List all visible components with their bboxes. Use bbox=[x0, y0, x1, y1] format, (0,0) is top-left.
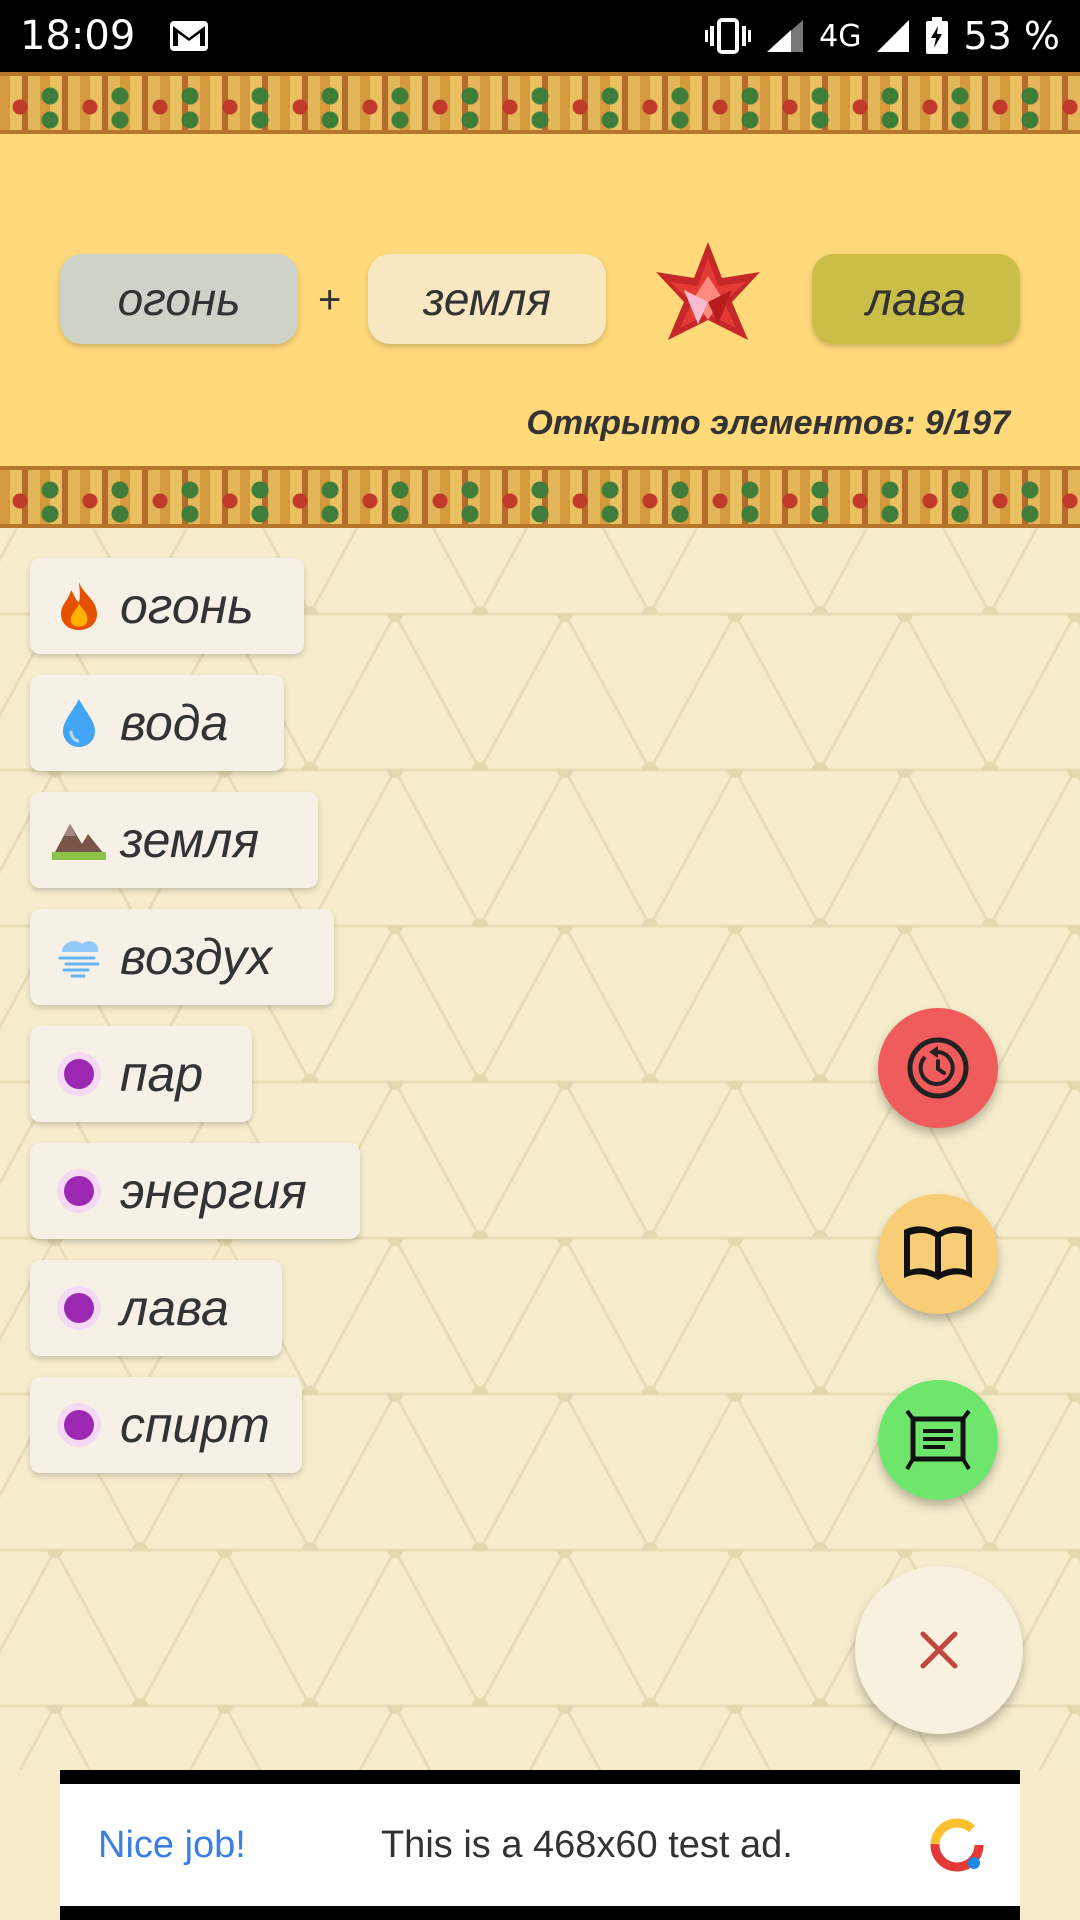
signal-icon-2 bbox=[875, 18, 911, 54]
list-item-earth[interactable]: земля bbox=[30, 792, 318, 888]
battery-percent: 53 % bbox=[963, 14, 1060, 58]
list-item-air[interactable]: воздух bbox=[30, 909, 334, 1005]
close-icon bbox=[919, 1630, 959, 1670]
ingredient-a-chip[interactable]: огонь bbox=[60, 254, 298, 344]
purple-dot-icon bbox=[52, 1047, 106, 1101]
workspace[interactable]: огонь вода земля воздух пар энергия лава… bbox=[0, 528, 1080, 1770]
fire-icon bbox=[52, 579, 106, 633]
list-item-alcohol[interactable]: спирт bbox=[30, 1377, 302, 1473]
ad-banner[interactable]: Nice job! This is a 468x60 test ad. bbox=[60, 1770, 1020, 1920]
found-elements-counter: Открыто элементов: 9/197 bbox=[526, 404, 1010, 442]
element-label: лава bbox=[120, 1280, 229, 1336]
signal-icon bbox=[765, 18, 805, 54]
close-button[interactable] bbox=[855, 1566, 1023, 1734]
element-label: пар bbox=[120, 1046, 204, 1102]
status-bar: 18:09 4G 53 % bbox=[0, 0, 1080, 72]
ad-logo-icon bbox=[928, 1816, 986, 1874]
element-label: спирт bbox=[120, 1397, 270, 1453]
water-drop-icon bbox=[52, 696, 106, 750]
combination-header: огонь + земля лава Открыто элементов: 9/… bbox=[0, 134, 1080, 466]
list-item-steam[interactable]: пар bbox=[30, 1026, 252, 1122]
result-chip[interactable]: лава bbox=[812, 254, 1020, 344]
ad-title: Nice job! bbox=[98, 1823, 246, 1866]
ingredient-b-chip[interactable]: земля bbox=[368, 254, 606, 344]
element-label: энергия bbox=[120, 1163, 307, 1219]
battery-icon bbox=[925, 17, 949, 55]
ad-area: Nice job! This is a 468x60 test ad. bbox=[0, 1770, 1080, 1920]
element-label: вода bbox=[120, 695, 229, 751]
wind-icon bbox=[52, 930, 106, 984]
purple-dot-icon bbox=[52, 1398, 106, 1452]
status-time: 18:09 bbox=[20, 13, 136, 59]
purple-dot-icon bbox=[52, 1164, 106, 1218]
star-icon bbox=[648, 238, 768, 358]
element-label: воздух bbox=[120, 929, 273, 985]
vibrate-icon bbox=[705, 18, 752, 54]
list-board-icon bbox=[905, 1407, 971, 1473]
network-type: 4G bbox=[819, 18, 862, 54]
reset-timer-icon bbox=[905, 1035, 971, 1101]
decorative-border-bottom bbox=[0, 466, 1080, 528]
plus-sign: + bbox=[318, 278, 342, 322]
list-button[interactable] bbox=[878, 1380, 998, 1500]
element-label: земля bbox=[120, 812, 260, 868]
decorative-border-top bbox=[0, 72, 1080, 134]
list-item-lava[interactable]: лава bbox=[30, 1260, 282, 1356]
purple-dot-icon bbox=[52, 1281, 106, 1335]
list-item-water[interactable]: вода bbox=[30, 675, 284, 771]
element-label: огонь bbox=[120, 578, 254, 634]
list-item-fire[interactable]: огонь bbox=[30, 558, 304, 654]
mountain-icon bbox=[52, 813, 106, 867]
book-icon bbox=[900, 1222, 976, 1286]
reset-button[interactable] bbox=[878, 1008, 998, 1128]
list-item-energy[interactable]: энергия bbox=[30, 1143, 360, 1239]
ad-text: This is a 468x60 test ad. bbox=[380, 1823, 793, 1866]
mail-icon bbox=[169, 20, 209, 52]
encyclopedia-button[interactable] bbox=[878, 1194, 998, 1314]
